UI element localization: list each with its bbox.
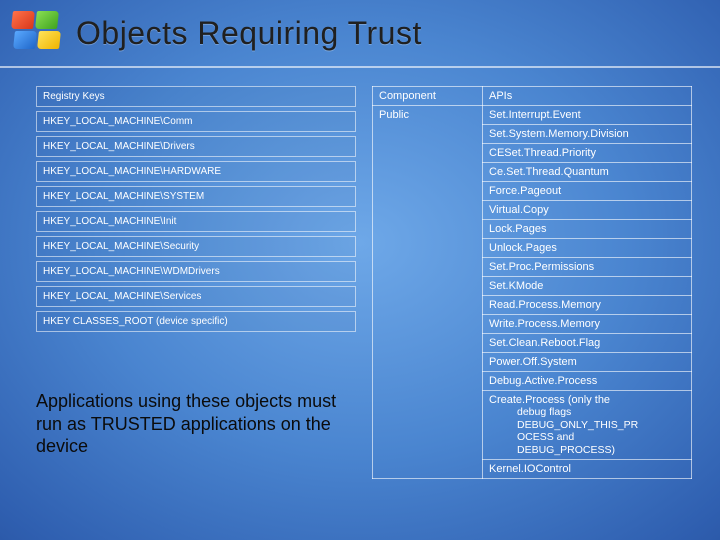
api-cell: Write.Process.Memory [483, 315, 692, 334]
registry-key: HKEY CLASSES_ROOT (device specific) [36, 311, 356, 332]
apis-table: Component APIs Public Set.Interrupt.Even… [372, 86, 692, 479]
registry-key: HKEY_LOCAL_MACHINE\Drivers [36, 136, 356, 157]
api-cell: Unlock.Pages [483, 239, 692, 258]
api-cell: Force.Pageout [483, 182, 692, 201]
api-cell: Set.Interrupt.Event [483, 106, 692, 125]
registry-key: HKEY_LOCAL_MACHINE\Init [36, 211, 356, 232]
registry-key: HKEY_LOCAL_MACHINE\Services [36, 286, 356, 307]
registry-key: HKEY_LOCAL_MACHINE\WDMDrivers [36, 261, 356, 282]
api-cell: Set.KMode [483, 277, 692, 296]
api-cell-sub: DEBUG_ONLY_THIS_PR [489, 419, 685, 432]
api-cell: Lock.Pages [483, 220, 692, 239]
api-cell-sub: DEBUG_PROCESS) [489, 444, 685, 457]
api-cell: Virtual.Copy [483, 201, 692, 220]
title-bar: Objects Requiring Trust [0, 0, 720, 68]
api-cell: Debug.Active.Process [483, 372, 692, 391]
api-cell: Set.Proc.Permissions [483, 258, 692, 277]
api-cell: Create.Process (only the debug flags DEB… [483, 391, 692, 460]
windows-logo-icon [12, 11, 62, 55]
page-title: Objects Requiring Trust [76, 15, 422, 52]
registry-header: Registry Keys [36, 86, 356, 107]
registry-keys-panel: Registry Keys HKEY_LOCAL_MACHINE\Comm HK… [36, 86, 356, 336]
column-header-apis: APIs [483, 87, 692, 106]
slide: Objects Requiring Trust Registry Keys HK… [0, 0, 720, 540]
api-cell: Ce.Set.Thread.Quantum [483, 163, 692, 182]
api-cell-sub: debug flags [489, 406, 685, 419]
trust-note: Applications using these objects must ru… [36, 390, 366, 458]
api-cell: Kernel.IOControl [483, 460, 692, 479]
api-cell: CESet.Thread.Priority [483, 144, 692, 163]
registry-key: HKEY_LOCAL_MACHINE\SYSTEM [36, 186, 356, 207]
api-cell: Set.Clean.Reboot.Flag [483, 334, 692, 353]
registry-key: HKEY_LOCAL_MACHINE\HARDWARE [36, 161, 356, 182]
column-header-component: Component [373, 87, 483, 106]
registry-key: HKEY_LOCAL_MACHINE\Comm [36, 111, 356, 132]
api-cell-sub: OCESS and [489, 431, 685, 444]
api-cell-main: Create.Process (only the [489, 394, 610, 406]
component-cell: Public [373, 106, 483, 479]
registry-key: HKEY_LOCAL_MACHINE\Security [36, 236, 356, 257]
api-cell: Read.Process.Memory [483, 296, 692, 315]
api-cell: Set.System.Memory.Division [483, 125, 692, 144]
api-cell: Power.Off.System [483, 353, 692, 372]
